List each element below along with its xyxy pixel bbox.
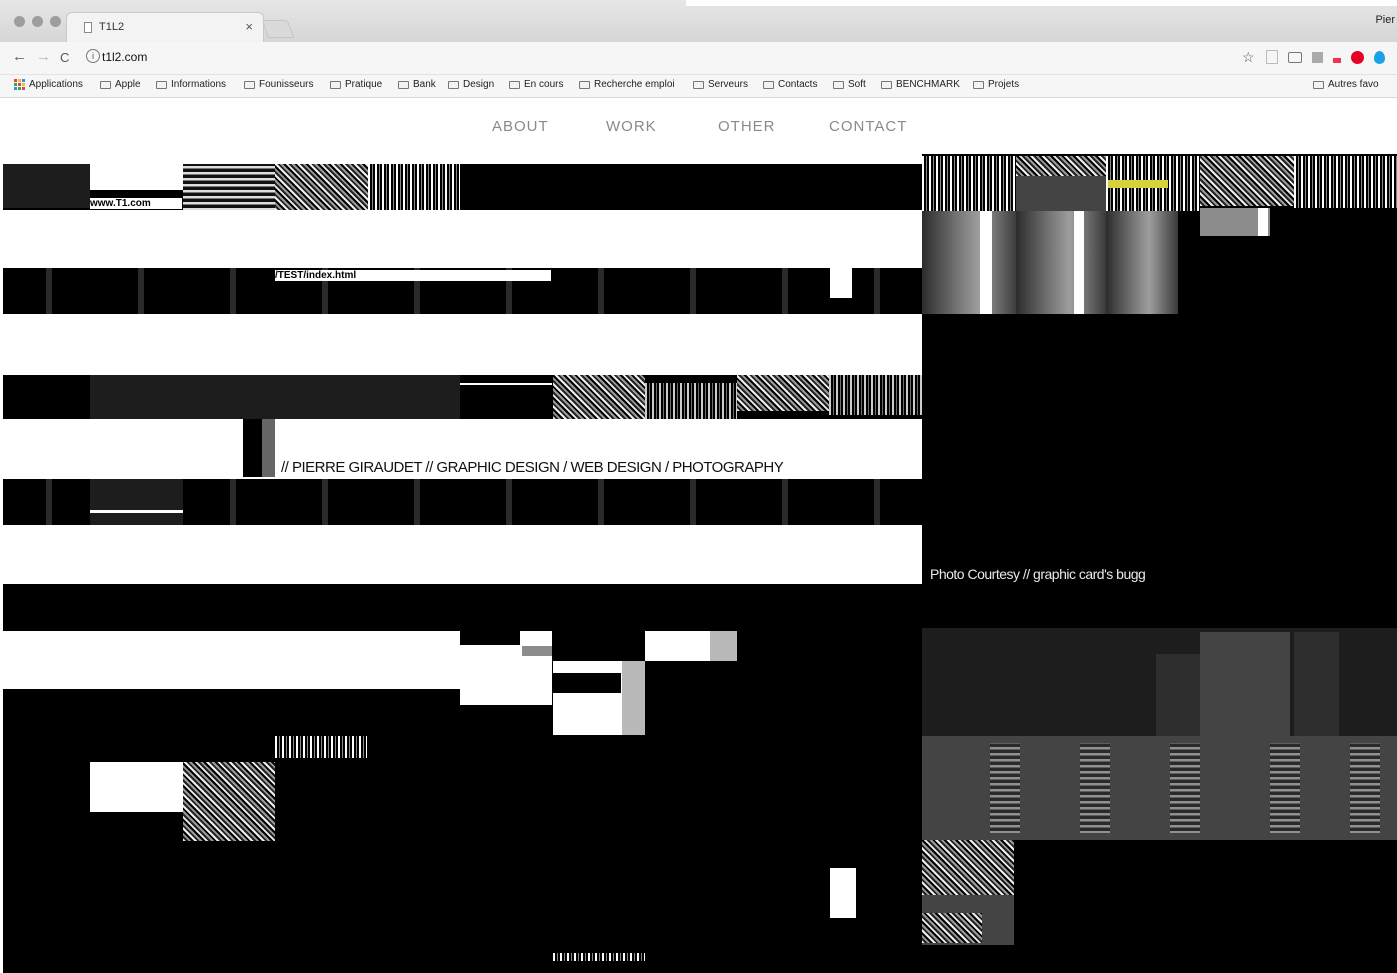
bookmark-label: Contacts: [778, 79, 818, 90]
folder-icon: [973, 80, 984, 89]
bookmark-label: Soft: [848, 79, 866, 90]
minimize-window-button[interactable]: [32, 16, 43, 27]
bookmark-design[interactable]: Design: [448, 79, 494, 90]
toolbar-icons: ☆: [1242, 50, 1385, 64]
nav-about-link[interactable]: ABOUT: [492, 118, 549, 135]
url-text[interactable]: t1l2.com: [102, 50, 147, 64]
bookmark-label: Serveurs: [708, 79, 749, 90]
bookmark-other[interactable]: Autres favo: [1313, 79, 1379, 90]
address-bar[interactable]: i t1l2.com: [80, 48, 1210, 68]
website-page: ABOUT WORK OTHER CONTACT Photo Courtesy …: [0, 98, 1397, 973]
folder-icon: [579, 80, 590, 89]
bookmark-label: BENCHMARK: [896, 79, 960, 90]
droplet-icon[interactable]: [1374, 50, 1385, 64]
bookmark-label: Design: [463, 79, 495, 90]
bookmark-label: Applications: [29, 79, 83, 90]
bookmark-label: Informations: [171, 79, 227, 90]
bookmark-apple[interactable]: Apple: [100, 79, 141, 90]
bookmark-contacts[interactable]: Contacts: [763, 79, 817, 90]
apps-icon: [14, 79, 25, 90]
glitch-url-text: www.T1.com: [90, 198, 182, 209]
bookmark-label: Bank: [413, 79, 436, 90]
extension-icon[interactable]: [1266, 50, 1278, 64]
bookmark-label: Autres favo: [1328, 79, 1379, 90]
extension-icon[interactable]: [1312, 51, 1323, 63]
star-icon[interactable]: ☆: [1242, 50, 1256, 64]
bookmark-label: Projets: [988, 79, 1020, 90]
folder-icon: [763, 80, 774, 89]
window-controls: [14, 16, 61, 27]
bookmark-soft[interactable]: Soft: [833, 79, 866, 90]
folder-icon: [330, 80, 341, 89]
folder-icon: [244, 80, 255, 89]
folder-icon: [156, 80, 167, 89]
folder-icon: [1313, 80, 1324, 89]
back-icon[interactable]: ←: [12, 48, 27, 65]
bookmark-label: Recherche emploi: [594, 79, 675, 90]
photo-caption: Photo Courtesy // graphic card's bugg: [930, 566, 1146, 582]
bookmarks-bar: Applications Apple Informations Founisse…: [0, 75, 1397, 98]
bookmark-label: Founisseurs: [259, 79, 314, 90]
browser-toolbar: ← → C i t1l2.com ☆: [0, 42, 1397, 75]
bookmark-en-cours[interactable]: En cours: [509, 79, 563, 90]
bookmark-label: Pratique: [345, 79, 383, 90]
tab-close-icon[interactable]: ×: [245, 19, 253, 34]
nav-contact-link[interactable]: CONTACT: [829, 118, 907, 135]
bookmark-founisseurs[interactable]: Founisseurs: [244, 79, 313, 90]
bookmark-projets[interactable]: Projets: [973, 79, 1019, 90]
folder-icon: [693, 80, 704, 89]
folder-icon: [448, 80, 459, 89]
pinterest-icon[interactable]: [1351, 50, 1364, 64]
bookmark-serveurs[interactable]: Serveurs: [693, 79, 748, 90]
site-headline: // PIERRE GIRAUDET // GRAPHIC DESIGN / W…: [281, 459, 784, 476]
bookmark-pratique[interactable]: Pratique: [330, 79, 382, 90]
browser-titlebar: T1L2 × Pier: [0, 0, 1397, 43]
folder-icon: [509, 80, 520, 89]
bookmark-label: Apple: [115, 79, 141, 90]
bookmark-recherche-emploi[interactable]: Recherche emploi: [579, 79, 675, 90]
folder-icon: [881, 80, 892, 89]
glitch-path-text: /TEST/index.html: [275, 270, 551, 281]
info-icon[interactable]: i: [86, 49, 100, 63]
folder-icon: [398, 80, 409, 89]
page-left-edge: [0, 98, 3, 973]
nav-work-link[interactable]: WORK: [606, 118, 657, 135]
reload-icon[interactable]: C: [60, 50, 69, 65]
bookmark-label: En cours: [524, 79, 564, 90]
bookmark-informations[interactable]: Informations: [156, 79, 226, 90]
folder-icon: [833, 80, 844, 89]
new-tab-button[interactable]: [261, 20, 295, 38]
nav-other-link[interactable]: OTHER: [718, 118, 776, 135]
extension-icon[interactable]: [1333, 57, 1341, 63]
close-window-button[interactable]: [14, 16, 25, 27]
profile-name[interactable]: Pier: [1375, 14, 1395, 26]
maximize-window-button[interactable]: [50, 16, 61, 27]
forward-icon[interactable]: →: [36, 48, 51, 65]
titlebar-screenshot-gap: [686, 0, 1397, 6]
bookmark-apps[interactable]: Applications: [14, 79, 83, 90]
browser-tab[interactable]: T1L2 ×: [66, 12, 264, 43]
bookmark-bank[interactable]: Bank: [398, 79, 436, 90]
tab-title: T1L2: [99, 21, 125, 33]
folder-icon: [100, 80, 111, 89]
page-icon: [84, 22, 92, 33]
cast-icon[interactable]: [1288, 51, 1302, 63]
bookmark-benchmark[interactable]: BENCHMARK: [881, 79, 960, 90]
